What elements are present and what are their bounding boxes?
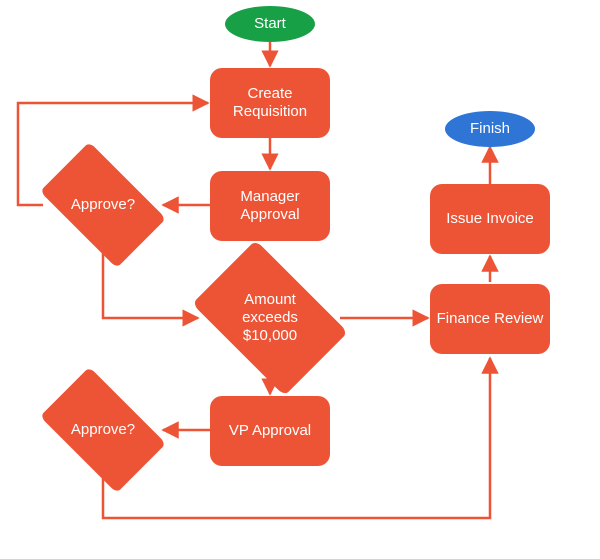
create-requisition-node: Create Requisition bbox=[210, 68, 330, 138]
amount-decision: Amount exceeds $10,000 bbox=[200, 273, 340, 363]
approve-decision-1: Approve? bbox=[43, 170, 163, 240]
finance-review-node: Finance Review bbox=[430, 284, 550, 354]
start-label: Start bbox=[254, 15, 286, 33]
finish-terminator: Finish bbox=[445, 111, 535, 147]
approve-decision-2: Approve? bbox=[43, 395, 163, 465]
amount-decision-label: Amount exceeds $10,000 bbox=[225, 291, 315, 345]
start-terminator: Start bbox=[225, 6, 315, 42]
issue-invoice-node: Issue Invoice bbox=[430, 184, 550, 254]
create-requisition-label: Create Requisition bbox=[210, 85, 330, 121]
issue-invoice-label: Issue Invoice bbox=[446, 210, 534, 228]
vp-approval-node: VP Approval bbox=[210, 396, 330, 466]
manager-approval-node: Manager Approval bbox=[210, 171, 330, 241]
approve-decision-1-label: Approve? bbox=[71, 196, 135, 214]
flowchart-canvas: Start Finish Create Requisition Manager … bbox=[0, 0, 600, 559]
manager-approval-label: Manager Approval bbox=[210, 188, 330, 224]
approve-decision-2-label: Approve? bbox=[71, 421, 135, 439]
finish-label: Finish bbox=[470, 120, 510, 138]
finance-review-label: Finance Review bbox=[437, 310, 544, 328]
vp-approval-label: VP Approval bbox=[229, 422, 311, 440]
